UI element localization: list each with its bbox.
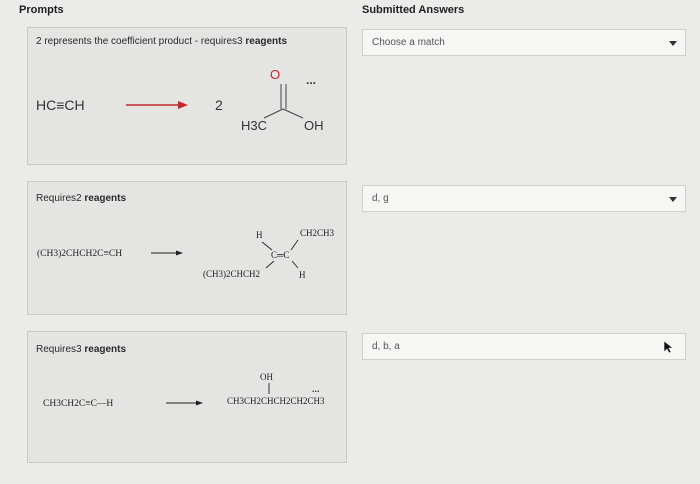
svg-text:CH3CH2CHCH2CH2CH3: CH3CH2CHCH2CH2CH3 [227,396,325,406]
svg-text:C═C: C═C [271,250,289,260]
prompt-card-3: Requires3 reagents CH3CH2C≡C—H OH ... CH… [27,331,347,463]
answer-select-3[interactable]: d, b, a [362,333,686,360]
reaction-2-image: (CH3)2CHCH2C≡CH H CH2CH3 C═C (CH3)2CHCH2… [37,228,335,280]
product-methyl: H3C [241,118,267,133]
answer-select-2[interactable]: d, g [362,185,686,212]
svg-text:...: ... [312,384,320,394]
more-dots: ... [306,73,316,87]
svg-text:OH: OH [260,372,273,382]
reactant-1: HC≡CH [36,97,85,113]
reactant-2: (CH3)2CHCH2C≡CH [37,248,122,259]
carbonyl-oxygen: O [270,67,280,82]
prompts-header: Prompts [19,4,64,16]
svg-text:(CH3)2CHCH2: (CH3)2CHCH2 [203,269,260,279]
svg-text:H: H [256,230,263,240]
answer-value-1: Choose a match [372,37,445,48]
prompt-card-2: Requires2 reagents (CH3)2CHCH2C≡CH H CH2… [27,181,347,315]
cursor-icon [663,340,673,354]
product-hydroxyl: OH [304,118,324,133]
prompt-title-3: Requires3 reagents [36,344,127,355]
reactant-3: CH3CH2C≡C—H [43,399,113,409]
svg-text:H: H [299,270,306,280]
svg-text:CH2CH3: CH2CH3 [300,228,335,238]
submitted-answers-header: Submitted Answers [362,4,465,16]
answer-select-1[interactable]: Choose a match [362,29,686,56]
prompt-title-1: 2 represents the coefficient product - r… [36,36,288,47]
prompt-title-2: Requires2 reagents [36,193,127,204]
coefficient: 2 [215,97,223,113]
answer-value-2: d, g [372,193,389,204]
answer-value-3: d, b, a [372,341,400,352]
prompt-card-1: 2 represents the coefficient product - r… [27,27,347,165]
reaction-1-image: HC≡CH 2 O ... H3C OH [36,67,324,133]
chevron-down-icon [669,197,677,202]
reaction-3-image: CH3CH2C≡C—H OH ... CH3CH2CHCH2CH2CH3 [43,372,325,409]
chevron-down-icon [669,41,677,46]
